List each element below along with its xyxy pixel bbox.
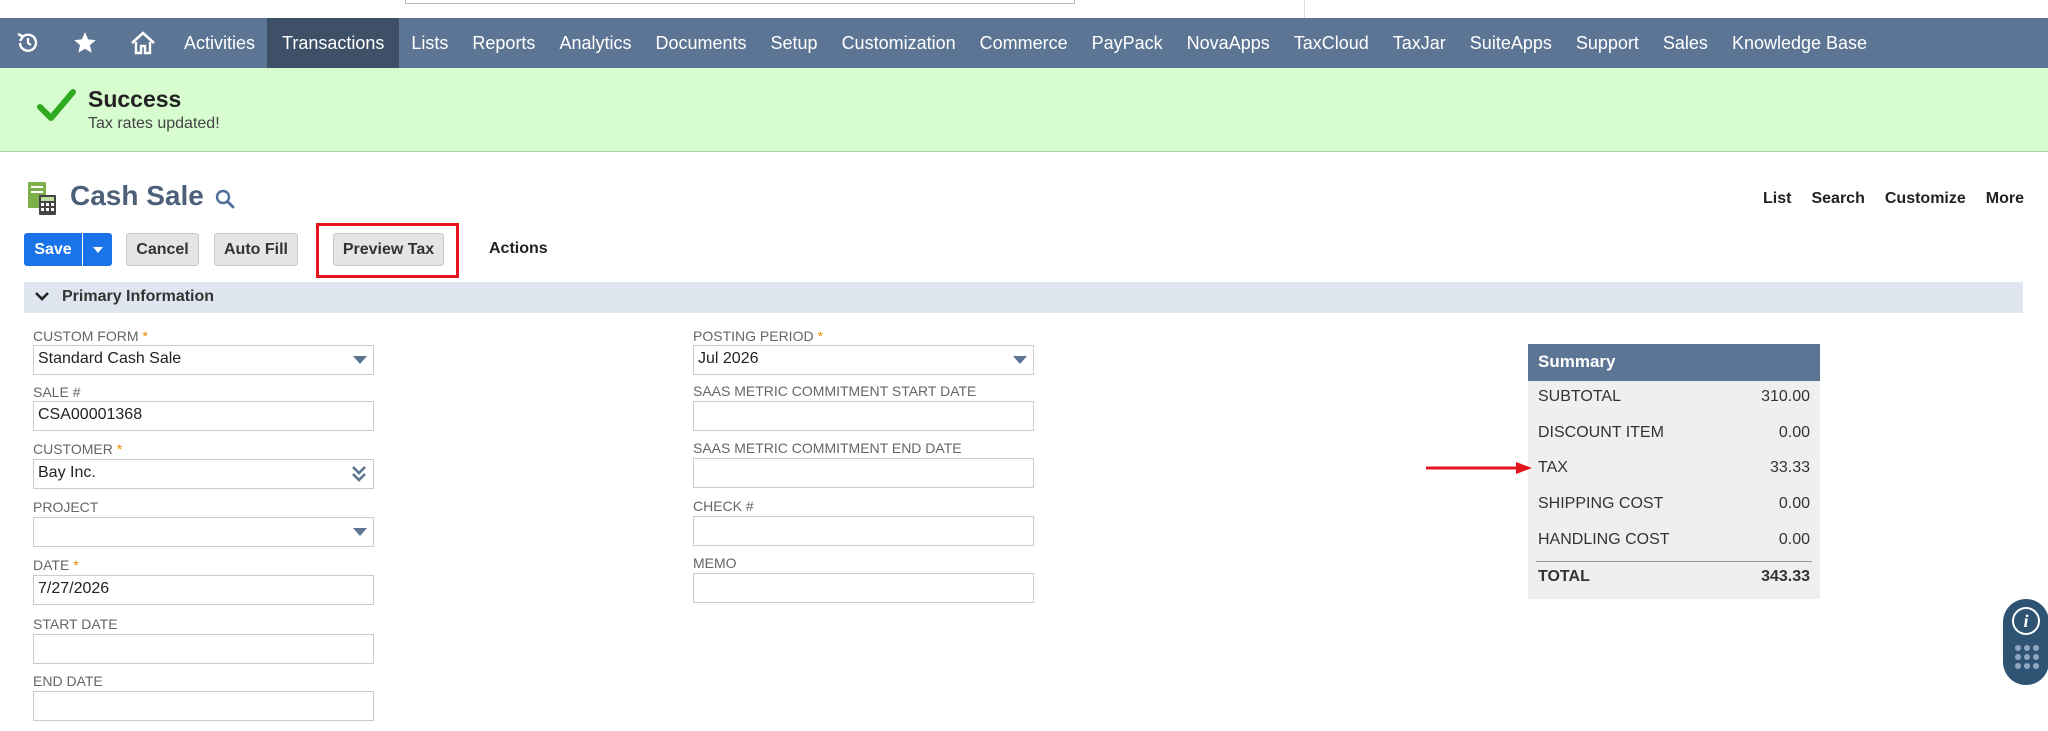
summary-row-handling: HANDLING COST 0.00: [1538, 531, 1810, 548]
start-date-label: START DATE: [33, 616, 118, 632]
end-date-label: END DATE: [33, 673, 103, 689]
page-links: List Search Customize More: [1763, 190, 2024, 208]
summary-row-discount: DISCOUNT ITEM 0.00: [1538, 424, 1810, 441]
dropdown-arrow-icon: [353, 356, 367, 364]
nav-item-taxcloud[interactable]: TaxCloud: [1282, 18, 1381, 68]
cancel-button[interactable]: Cancel: [126, 233, 199, 266]
recent-records-icon[interactable]: [0, 18, 56, 68]
customize-link[interactable]: Customize: [1885, 190, 1966, 208]
search-icon[interactable]: [214, 188, 236, 210]
search-link[interactable]: Search: [1811, 190, 1864, 208]
actions-menu[interactable]: Actions: [489, 240, 548, 258]
dropdown-arrow-icon: [353, 528, 367, 536]
saas-end-date-label: SAAS METRIC COMMITMENT END DATE: [693, 440, 962, 456]
nav-item-documents[interactable]: Documents: [643, 18, 758, 68]
summary-row-tax: TAX 33.33: [1538, 459, 1810, 476]
saas-start-date-label: SAAS METRIC COMMITMENT START DATE: [693, 383, 977, 399]
nav-item-novaapps[interactable]: NovaApps: [1175, 18, 1282, 68]
banner-message: Tax rates updated!: [88, 115, 220, 132]
saas-end-date-field[interactable]: [693, 458, 1034, 488]
section-title: Primary Information: [62, 288, 215, 305]
project-select[interactable]: [33, 517, 374, 547]
save-dropdown-button[interactable]: [83, 233, 112, 266]
global-search-input[interactable]: [405, 0, 1075, 4]
chevron-down-icon: [35, 292, 49, 301]
primary-information-section[interactable]: Primary Information: [24, 282, 2023, 313]
nav-item-analytics[interactable]: Analytics: [547, 18, 643, 68]
checkmark-icon: [37, 89, 76, 121]
summary-row-subtotal: SUBTOTAL 310.00: [1538, 388, 1810, 405]
sale-number-label: SALE #: [33, 384, 81, 400]
customer-select[interactable]: Bay Inc.: [33, 459, 374, 489]
annotation-arrow-icon: [1426, 462, 1532, 474]
posting-period-label: POSTING PERIOD *: [693, 328, 824, 344]
cash-sale-icon: [28, 182, 56, 215]
required-marker: *: [817, 328, 824, 344]
auto-fill-button[interactable]: Auto Fill: [214, 233, 298, 266]
nav-item-paypack[interactable]: PayPack: [1080, 18, 1175, 68]
end-date-field[interactable]: [33, 691, 374, 721]
sale-number-field[interactable]: CSA00001368: [33, 401, 374, 431]
caret-down-icon: [92, 246, 103, 253]
date-label: DATE *: [33, 557, 79, 573]
nav-item-reports[interactable]: Reports: [460, 18, 547, 68]
required-marker: *: [142, 328, 148, 344]
apps-grid-icon[interactable]: [2014, 644, 2040, 670]
save-button[interactable]: Save: [24, 233, 82, 266]
more-link[interactable]: More: [1986, 190, 2024, 208]
top-strip: [0, 0, 2048, 18]
nav-item-activities[interactable]: Activities: [172, 18, 267, 68]
info-icon[interactable]: i: [2012, 607, 2040, 635]
memo-field[interactable]: [693, 573, 1034, 603]
nav-item-transactions[interactable]: Transactions: [267, 18, 400, 68]
required-marker: *: [116, 441, 123, 457]
dropdown-arrow-icon: [1013, 356, 1027, 364]
banner-title: Success: [88, 86, 182, 112]
summary-title: Summary: [1528, 344, 1820, 381]
success-banner: Success Tax rates updated!: [0, 68, 2048, 152]
posting-period-select[interactable]: Jul 2026: [693, 345, 1034, 375]
start-date-field[interactable]: [33, 634, 374, 664]
customer-label: CUSTOMER *: [33, 441, 123, 457]
nav-item-setup[interactable]: Setup: [759, 18, 830, 68]
preview-tax-highlight: [316, 223, 459, 278]
nav-item-customization[interactable]: Customization: [830, 18, 968, 68]
project-label: PROJECT: [33, 499, 99, 515]
summary-divider: [1536, 561, 1812, 562]
double-chevron-down-icon: [352, 466, 366, 482]
main-nav: Activities Transactions Lists Reports An…: [0, 18, 2048, 68]
summary-row-total: TOTAL 343.33: [1538, 568, 1810, 585]
saas-start-date-field[interactable]: [693, 401, 1034, 431]
date-field[interactable]: 7/27/2026: [33, 575, 374, 605]
nav-item-lists[interactable]: Lists: [399, 18, 460, 68]
page-title: Cash Sale: [70, 180, 204, 211]
check-number-field[interactable]: [693, 516, 1034, 546]
nav-item-suiteapps[interactable]: SuiteApps: [1458, 18, 1564, 68]
summary-row-shipping: SHIPPING COST 0.00: [1538, 495, 1810, 512]
nav-item-commerce[interactable]: Commerce: [968, 18, 1080, 68]
home-icon[interactable]: [114, 18, 172, 68]
top-divider: [1304, 0, 1305, 18]
nav-item-sales[interactable]: Sales: [1651, 18, 1720, 68]
list-link[interactable]: List: [1763, 190, 1791, 208]
custom-form-label: CUSTOM FORM *: [33, 328, 148, 344]
summary-panel: Summary SUBTOTAL 310.00 DISCOUNT ITEM 0.00…: [1528, 344, 1820, 599]
nav-item-support[interactable]: Support: [1564, 18, 1651, 68]
required-marker: *: [73, 557, 79, 573]
memo-label: MEMO: [693, 555, 737, 571]
help-widget[interactable]: i: [2003, 599, 2048, 685]
custom-form-select[interactable]: Standard Cash Sale: [33, 345, 374, 375]
nav-item-knowledge-base[interactable]: Knowledge Base: [1720, 18, 1879, 68]
check-number-label: CHECK #: [693, 498, 754, 514]
nav-item-taxjar[interactable]: TaxJar: [1381, 18, 1458, 68]
star-icon[interactable]: [56, 18, 114, 68]
